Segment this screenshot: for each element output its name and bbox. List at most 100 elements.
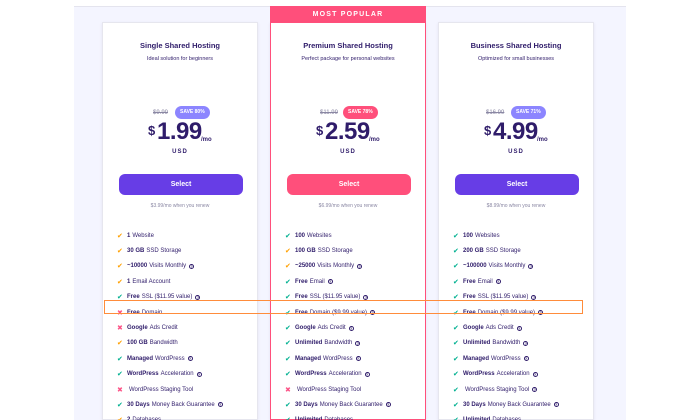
feature-item: ✔ Managed WordPress? [285,351,391,366]
check-orange-icon: ✔ [117,248,123,256]
feature-emphasis: WordPress [295,371,327,378]
old-price: $11.99 [320,110,338,116]
feature-emphasis: Unlimited [463,340,491,347]
currency-symbol: $ [316,123,324,138]
currency-symbol: $ [484,123,492,138]
info-icon[interactable]: ? [187,356,193,362]
info-icon[interactable]: ? [523,340,529,346]
cross-red-icon: ✖ [285,386,291,394]
feature-item: ✔ WordPress Staging Tool? [453,382,559,397]
feature-text: Ads Credit [317,325,346,332]
info-icon[interactable]: ? [364,371,370,377]
info-icon[interactable]: ? [523,356,529,362]
feature-text: Visits Monthly [149,263,187,270]
feature-item: ✔ Free Email? [453,274,559,289]
feature-item: ✔ Managed WordPress? [453,351,559,366]
info-icon[interactable]: ? [348,325,354,331]
feature-text: SSD Storage [485,248,521,255]
check-orange-icon: ✔ [117,232,123,240]
info-icon[interactable]: ? [516,325,522,331]
price-amount: 1.99 [157,118,202,145]
plan-card-single: Single Shared Hosting Ideal solution for… [102,22,258,420]
plan-card-business: Business Shared Hosting Optimized for sm… [438,22,594,420]
check-green-icon: ✔ [117,355,123,363]
info-icon[interactable]: ? [532,371,538,377]
feature-text: Money Back Guarantee [487,401,551,408]
info-icon[interactable]: ? [217,402,223,408]
info-icon[interactable]: ? [195,294,201,300]
select-button[interactable]: Select [455,174,579,195]
info-icon[interactable]: ? [385,402,391,408]
info-icon[interactable]: ? [189,263,195,269]
select-button[interactable]: Select [287,174,411,195]
feature-text: Acceleration [160,371,194,378]
old-price: $16.99 [486,110,505,116]
feature-item: ✔ WordPress Acceleration? [285,367,391,382]
info-icon[interactable]: ? [531,294,537,300]
price-amount: 4.99 [493,118,538,145]
check-green-icon: ✔ [453,386,459,394]
feature-emphasis: Free [463,294,476,301]
feature-item: ✖ WordPress Staging Tool [117,382,223,397]
check-green-icon: ✔ [453,416,461,420]
info-icon[interactable]: ? [553,402,559,408]
old-price: $9.99 [153,110,169,116]
feature-text: SSD Storage [317,248,353,255]
info-icon[interactable]: ? [528,263,534,269]
feature-text: SSL ($11.95 value) [141,294,193,301]
feature-item: ✔ ~25000 Visits Monthly? [285,259,391,274]
feature-text: Domain [141,309,163,316]
cross-red-icon: ✖ [117,325,123,333]
info-icon[interactable]: ? [327,279,333,285]
feature-item: ✔ 100 Websites [285,228,391,243]
check-green-icon: ✔ [453,263,459,271]
feature-list: ✔ 100 Websites ✔ 100 GB SSD Storage ✔ ~25000 Vis… [285,228,391,420]
feature-text: Money Back Guarantee [151,401,215,408]
feature-text: Visits Monthly [317,263,355,270]
info-icon[interactable]: ? [355,356,361,362]
feature-emphasis: Free [463,278,476,285]
feature-item: ✔UnlimitedDatabases [453,413,559,420]
check-green-icon: ✔ [453,371,459,379]
feature-emphasis: Google [127,325,148,332]
feature-emphasis: Free [463,309,476,316]
feature-emphasis: Free [127,309,140,316]
feature-item: ✔ ~100000 Visits Monthly? [453,259,559,274]
info-icon[interactable]: ? [370,310,376,316]
info-icon[interactable]: ? [196,371,202,377]
plan-title: Business Shared Hosting [470,41,562,50]
feature-text: SSL ($11.95 value) [477,294,529,301]
feature-item: ✔ Free SSL ($11.95 value)? [285,290,391,305]
info-icon[interactable]: ? [355,340,361,346]
info-icon[interactable]: ? [363,294,369,300]
currency-code: USD [340,149,356,155]
feature-emphasis: 100 GB [127,340,148,347]
check-orange-icon: ✔ [117,340,123,348]
select-button[interactable]: Select [119,174,243,195]
feature-text: Ads Credit [149,325,178,332]
info-icon[interactable]: ? [495,279,501,285]
feature-text: SSD Storage [146,248,182,255]
check-green-icon: ✔ [285,371,291,379]
info-icon[interactable]: ? [532,387,538,393]
feature-item: ✔ WordPress Acceleration? [453,367,559,382]
feature-emphasis: 30 GB [127,248,145,255]
renew-price: $3.99/mo when you renew [150,203,210,209]
feature-text: Email Account [132,278,171,285]
feature-emphasis: Free [295,309,308,316]
check-green-icon: ✔ [453,309,459,317]
feature-text: Domain ($9.99 value) [477,309,536,316]
feature-text: WordPress [323,355,353,362]
renew-price: $8.99/mo when you renew [486,203,546,209]
price-period: /mo [201,137,212,143]
feature-item: ✖ Free Domain [117,305,223,320]
price-amount: 2.59 [325,118,370,145]
feature-item: ✔ Free Domain ($9.99 value)? [453,305,559,320]
info-icon[interactable]: ? [357,263,363,269]
check-green-icon: ✔ [453,248,459,256]
check-green-icon: ✔ [285,355,291,363]
currency-code: USD [172,149,188,155]
info-icon[interactable]: ? [538,310,544,316]
plan-subtitle: Optimized for small businesses [477,56,555,62]
feature-item: ✔2Databases [117,413,223,420]
